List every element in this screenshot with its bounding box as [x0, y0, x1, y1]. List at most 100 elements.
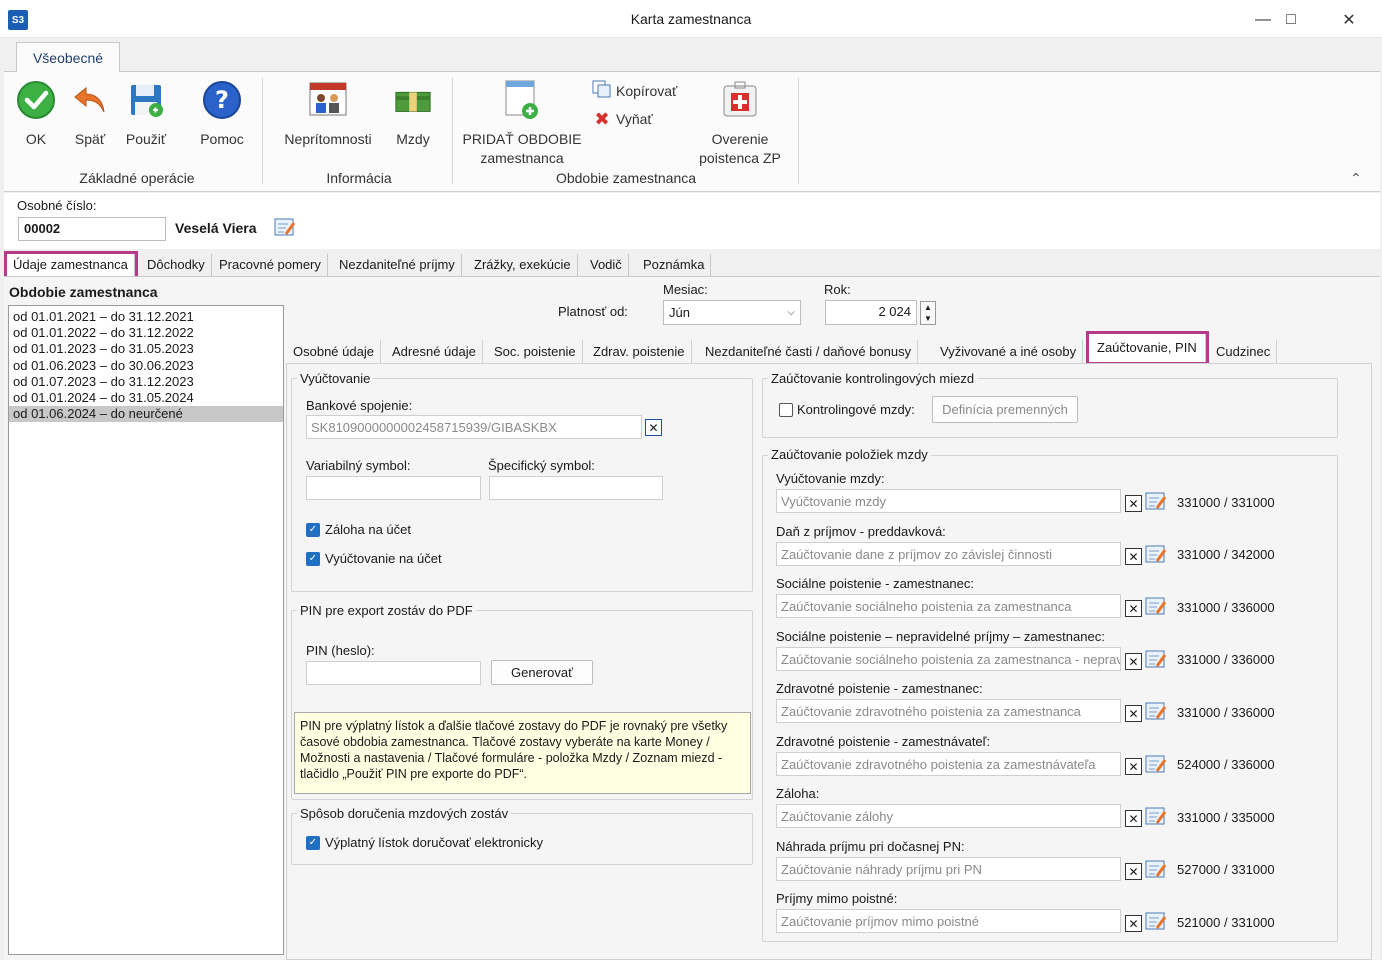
group-label-period: Obdobie zamestnanca: [555, 170, 697, 186]
ribbon-tab-general[interactable]: Všeobecné: [16, 42, 120, 73]
edit-posting-button[interactable]: [1145, 492, 1167, 512]
clear-button[interactable]: ✕: [1125, 548, 1142, 565]
list-item[interactable]: od 01.06.2023 – do 30.06.2023: [9, 358, 283, 374]
edit-form-icon: [1145, 911, 1167, 934]
list-item[interactable]: od 01.01.2024 – do 31.05.2024: [9, 390, 283, 406]
employee-number-field[interactable]: 00002: [18, 217, 166, 241]
add-period-button[interactable]: PRIDAŤ OBDOBIE zamestnanca: [462, 80, 582, 168]
advance-checkbox[interactable]: ✓ Záloha na účet: [306, 522, 411, 537]
list-item-selected[interactable]: od 01.06.2024 – do neurčené: [9, 406, 283, 423]
define-variables-button[interactable]: Definícia premenných: [932, 396, 1078, 423]
spec-symbol-input[interactable]: [489, 476, 663, 500]
help-button[interactable]: ? Pomoc: [194, 80, 250, 149]
collapse-ribbon-icon[interactable]: ⌃: [1350, 170, 1362, 187]
edit-posting-button[interactable]: [1145, 755, 1167, 775]
posting-label: Vyúčtovanie mzdy:: [776, 471, 885, 486]
edit-posting-button[interactable]: [1145, 807, 1167, 827]
clear-button[interactable]: ✕: [1125, 495, 1142, 512]
posting-input[interactable]: Zaúčtovanie dane z príjmov zo závislej č…: [776, 542, 1121, 566]
posting-input[interactable]: Zaúčtovanie sociálneho poistenia za zame…: [776, 647, 1121, 671]
cut-button[interactable]: ✖ Vyňať: [592, 110, 652, 128]
subtab-posting-pin[interactable]: Zaúčtovanie, PIN: [1086, 331, 1209, 365]
title-bar: S3 Karta zamestnanca — □ ✕: [0, 0, 1382, 38]
tab-note[interactable]: Poznámka: [637, 254, 712, 276]
close-icon: ✕: [1128, 864, 1139, 879]
periods-title: Obdobie zamestnanca: [9, 284, 158, 300]
clear-button[interactable]: ✕: [1125, 915, 1142, 932]
account-pair: 331000 / 336000: [1177, 652, 1275, 667]
bank-account-input[interactable]: SK8109000000002458715939/GIBASKBX: [306, 415, 642, 439]
year-field[interactable]: 2 024: [825, 300, 917, 325]
clear-button[interactable]: ✕: [1125, 600, 1142, 617]
electronic-delivery-checkbox[interactable]: ✓ Výplatný lístok doručovať elektronicky: [306, 835, 543, 850]
clear-button[interactable]: ✕: [1125, 863, 1142, 880]
checkmark-icon: ✓: [306, 835, 320, 850]
period-list[interactable]: od 01.01.2021 – do 31.12.2021 od 01.01.2…: [8, 305, 284, 955]
clear-button[interactable]: ✕: [1125, 653, 1142, 670]
subtab-social-insurance[interactable]: Soc. poistenie: [488, 340, 583, 363]
edit-employee-button[interactable]: [274, 218, 296, 238]
ok-button[interactable]: OK: [12, 80, 60, 149]
list-item[interactable]: od 01.01.2021 – do 31.12.2021: [9, 309, 283, 325]
use-button[interactable]: Použiť: [120, 80, 172, 149]
group-label-info: Informácia: [326, 170, 392, 186]
maximize-button[interactable]: □: [1268, 6, 1314, 34]
edit-form-icon: [1145, 649, 1167, 672]
subtab-dependents[interactable]: Vyživované a iné osoby: [934, 340, 1084, 363]
validity-label: Platnosť od:: [558, 304, 628, 319]
account-pair: 331000 / 336000: [1177, 705, 1275, 720]
edit-posting-button[interactable]: [1145, 545, 1167, 565]
edit-posting-button[interactable]: [1145, 860, 1167, 880]
edit-posting-button[interactable]: [1145, 650, 1167, 670]
subtab-health-insurance[interactable]: Zdrav. poistenie: [587, 340, 692, 363]
tab-driver[interactable]: Vodič: [584, 254, 629, 276]
tab-employee-data[interactable]: Údaje zamestnanca: [4, 251, 138, 279]
wages-button[interactable]: Mzdy: [386, 80, 440, 149]
posting-input[interactable]: Zaúčtovanie náhrady príjmu pri PN: [776, 857, 1121, 881]
ribbon: OK Späť Použiť ? Pomoc Základné operácie…: [4, 72, 1380, 192]
copy-button[interactable]: Kopírovať: [592, 80, 677, 101]
tab-pensions[interactable]: Dôchodky: [141, 254, 212, 276]
verify-insured-button[interactable]: Overenie poistenca ZP: [692, 80, 788, 168]
clear-button[interactable]: ✕: [1125, 810, 1142, 827]
clear-bank-button[interactable]: ✕: [645, 419, 662, 436]
tab-deductions[interactable]: Zrážky, exekúcie: [468, 254, 578, 276]
edit-form-icon: [1145, 491, 1167, 514]
edit-posting-button[interactable]: [1145, 597, 1167, 617]
settlement-checkbox[interactable]: ✓ Vyúčtovanie na účet: [306, 551, 442, 566]
close-icon: ✕: [1128, 759, 1139, 774]
clear-button[interactable]: ✕: [1125, 705, 1142, 722]
generate-button[interactable]: Generovať: [491, 660, 593, 685]
var-symbol-input[interactable]: [306, 476, 481, 500]
subtab-foreigner[interactable]: Cudzinec: [1210, 340, 1278, 363]
month-select[interactable]: Jún ⌵: [663, 300, 801, 325]
clear-button[interactable]: ✕: [1125, 758, 1142, 775]
question-icon: ?: [202, 80, 242, 120]
absences-button[interactable]: Neprítomnosti: [276, 80, 380, 149]
posting-input[interactable]: Zaúčtovanie zálohy: [776, 804, 1121, 828]
posting-input[interactable]: Zaúčtovanie zdravotného poistenia za zam…: [776, 752, 1121, 776]
subtab-personal[interactable]: Osobné údaje: [287, 340, 381, 363]
posting-input[interactable]: Zaúčtovanie zdravotného poistenia za zam…: [776, 699, 1121, 723]
close-button[interactable]: ✕: [1326, 6, 1372, 34]
tab-employment[interactable]: Pracovné pomery: [213, 254, 328, 276]
subtab-address[interactable]: Adresné údaje: [386, 340, 483, 363]
year-label: Rok:: [824, 282, 851, 297]
subtab-non-taxable-parts[interactable]: Nezdaniteľné časti / daňové bonusy: [699, 340, 919, 363]
posting-input[interactable]: Zaúčtovanie príjmov mimo poistné: [776, 909, 1121, 933]
list-item[interactable]: od 01.01.2023 – do 31.05.2023: [9, 341, 283, 357]
posting-input[interactable]: Vyúčtovanie mzdy: [776, 489, 1121, 513]
edit-posting-button[interactable]: [1145, 912, 1167, 932]
posting-input[interactable]: Zaúčtovanie sociálneho poistenia za zame…: [776, 594, 1121, 618]
controlling-checkbox[interactable]: Kontrolingové mzdy:: [779, 402, 915, 417]
back-button[interactable]: Späť: [66, 80, 114, 149]
list-item[interactable]: od 01.07.2023 – do 31.12.2023: [9, 374, 283, 390]
account-pair: 521000 / 331000: [1177, 915, 1275, 930]
edit-posting-button[interactable]: [1145, 702, 1167, 722]
pin-input[interactable]: [306, 661, 481, 685]
edit-form-icon: [1145, 859, 1167, 882]
edit-form-icon: [1145, 754, 1167, 777]
tab-non-taxable-income[interactable]: Nezdaniteľné príjmy: [333, 254, 462, 276]
year-spinner[interactable]: ▲ ▼: [920, 301, 936, 325]
list-item[interactable]: od 01.01.2022 – do 31.12.2022: [9, 325, 283, 341]
